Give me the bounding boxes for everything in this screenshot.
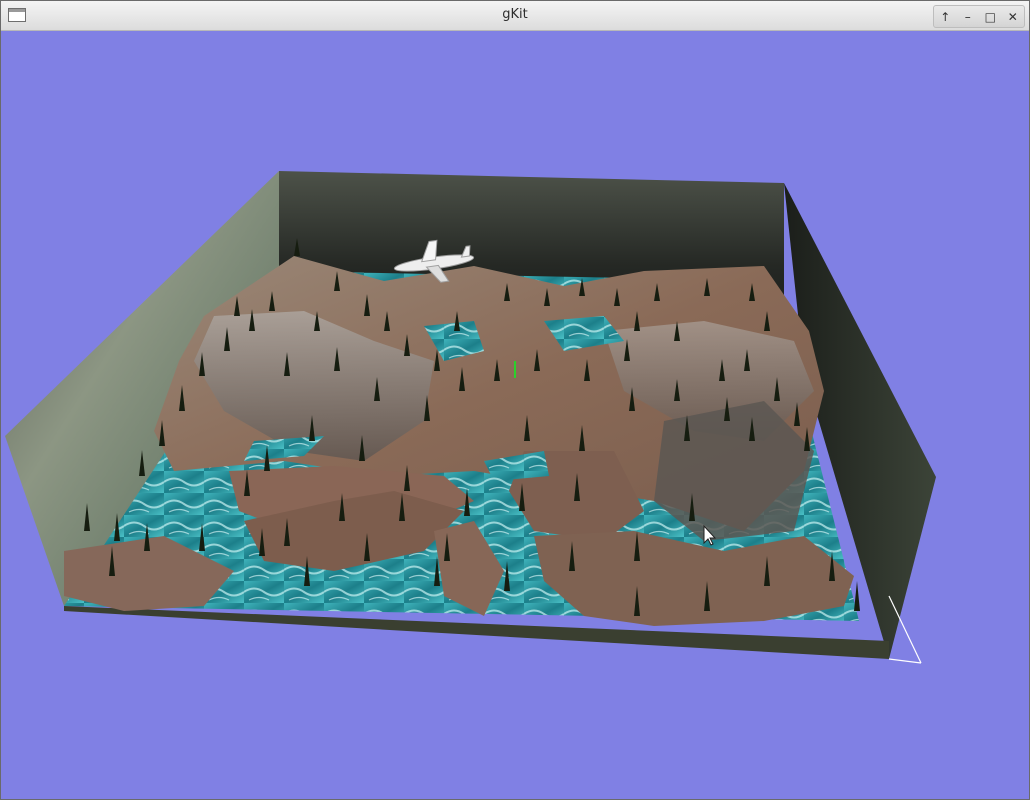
render-viewport[interactable] — [4, 31, 1027, 797]
terrain-scene — [5, 171, 936, 664]
maximize-button[interactable]: □ — [979, 6, 1002, 27]
minimize-button[interactable]: – — [957, 6, 980, 27]
island-bottom-right — [534, 531, 854, 626]
app-window: gKit ↑ – □ ✕ — [0, 0, 1030, 800]
window-title: gKit — [502, 7, 528, 22]
window-controls: ↑ – □ ✕ — [933, 5, 1025, 28]
bounding-box-edge-bottom — [888, 658, 922, 664]
title-bar[interactable]: gKit ↑ – □ ✕ — [1, 1, 1029, 31]
close-button[interactable]: ✕ — [1002, 6, 1025, 27]
keep-above-button[interactable]: ↑ — [934, 6, 957, 27]
